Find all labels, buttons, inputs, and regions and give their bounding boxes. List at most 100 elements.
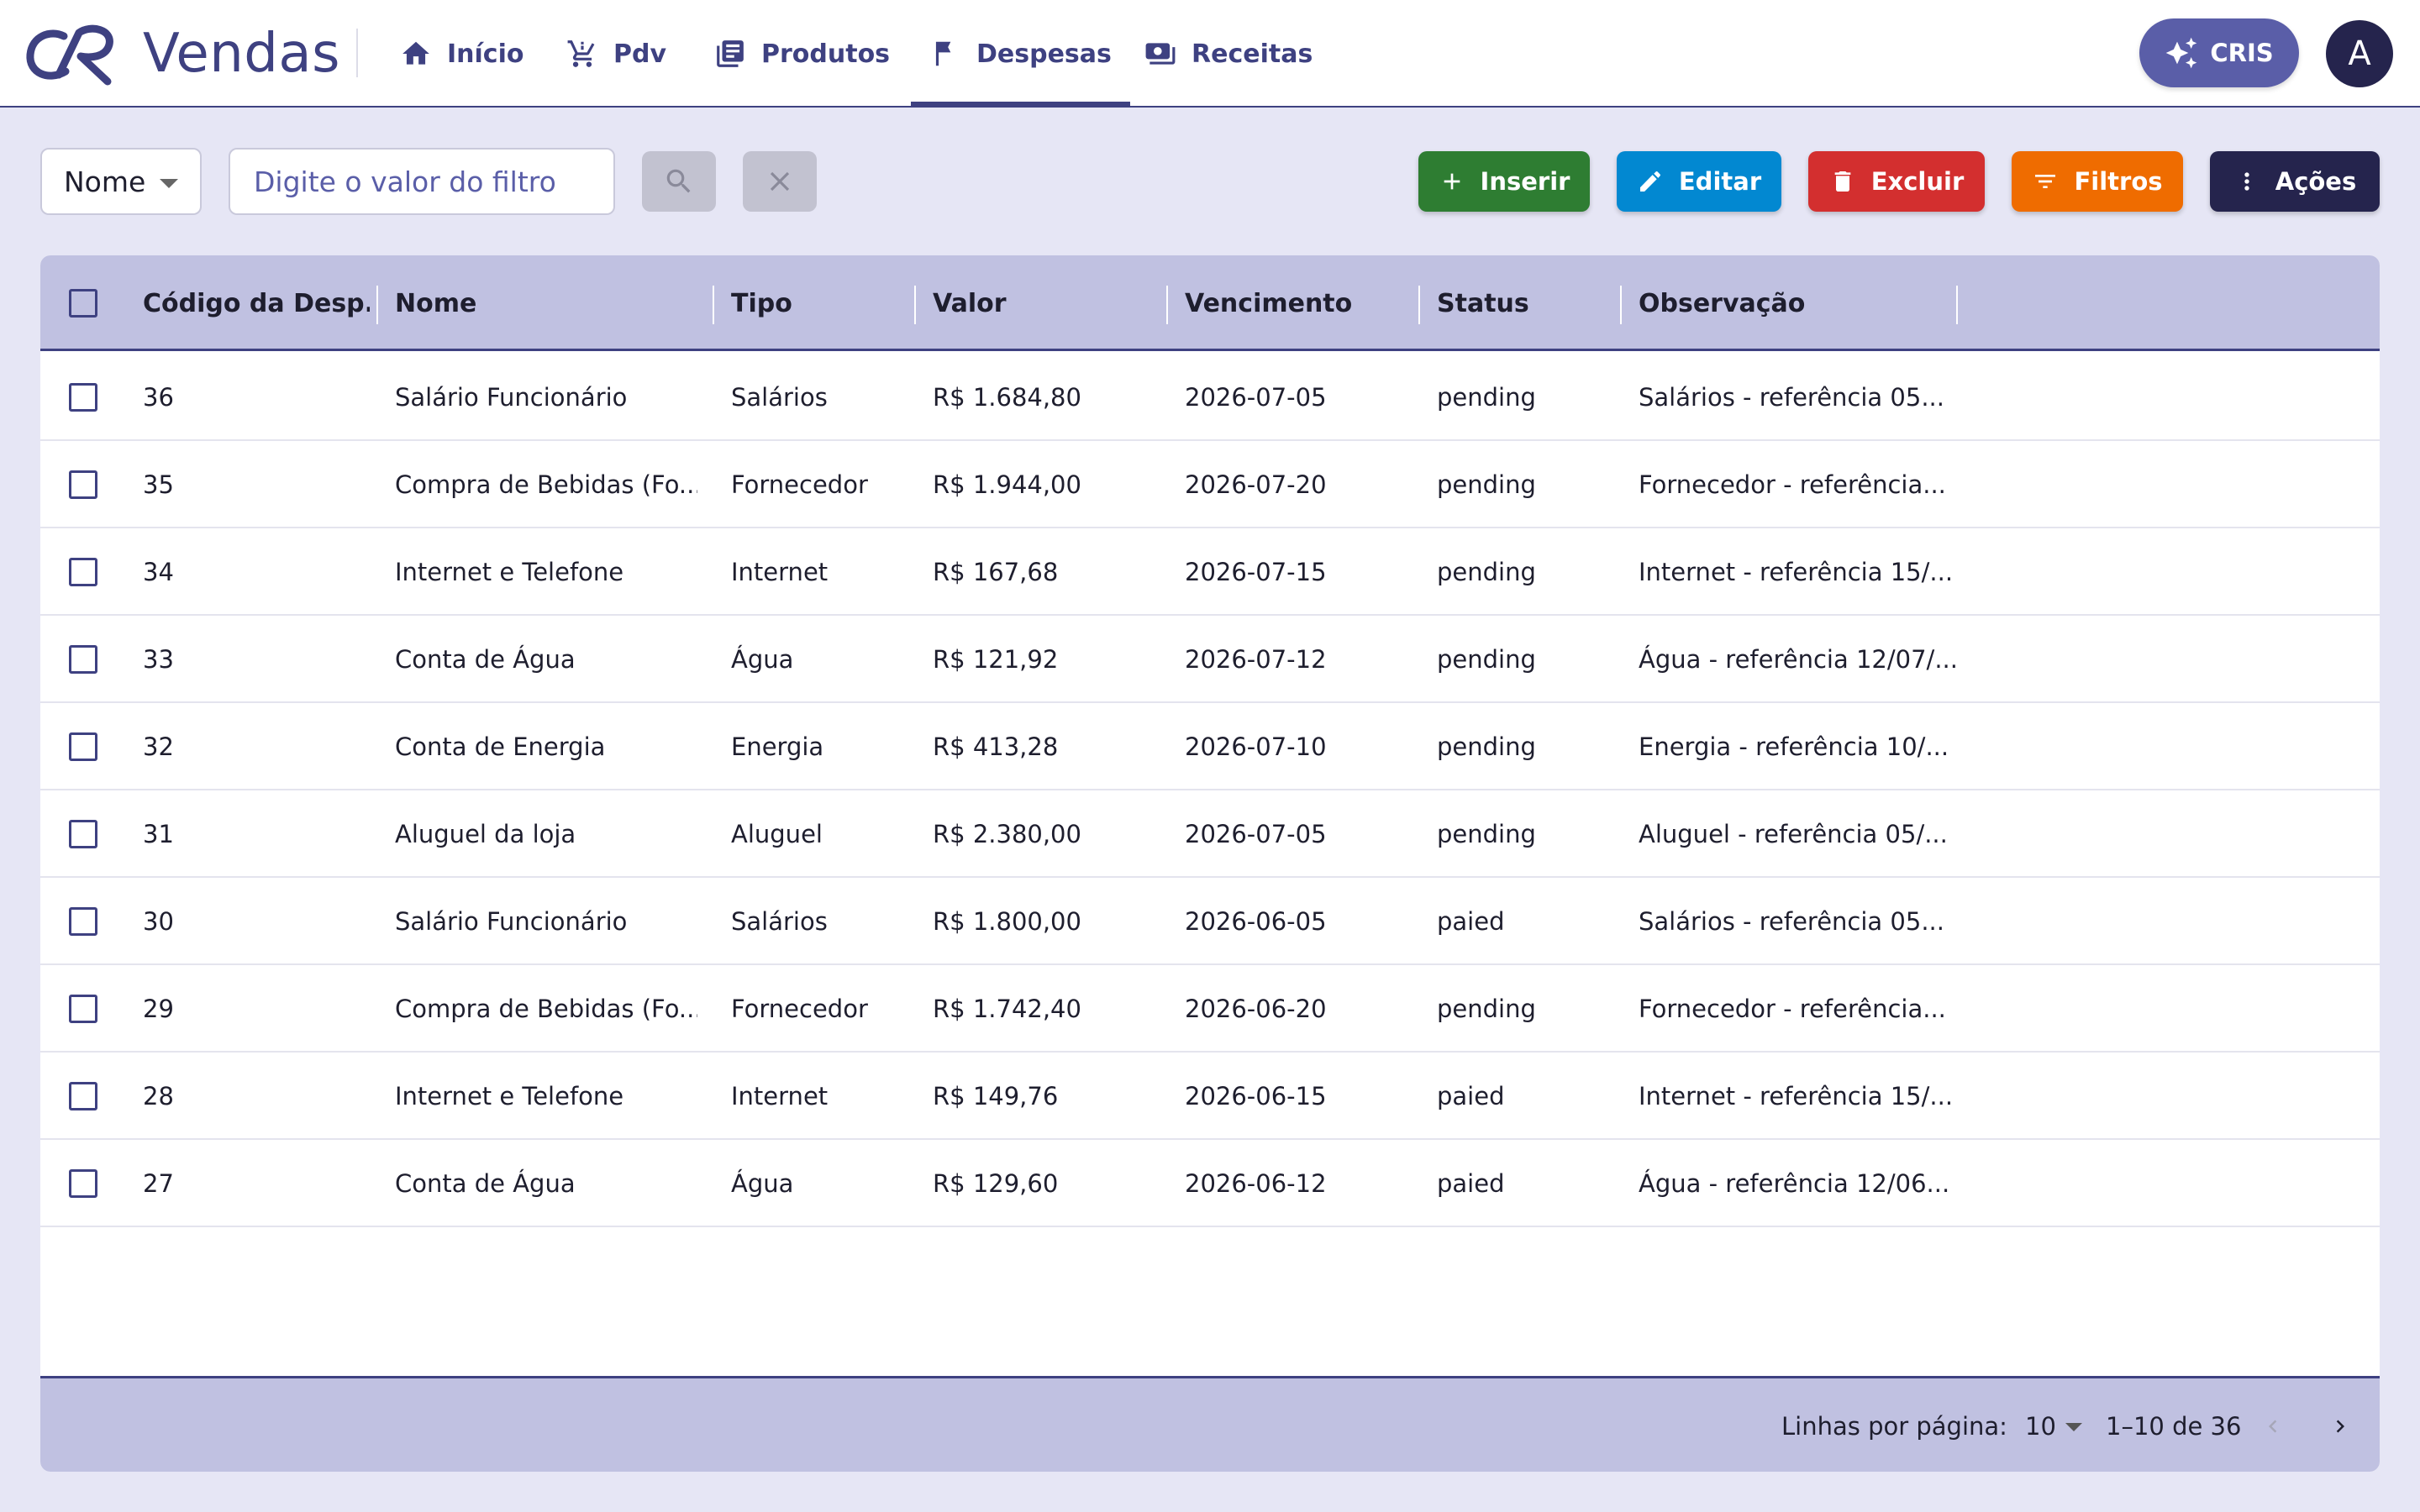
row-checkbox[interactable]	[69, 820, 97, 848]
filters-label: Filtros	[2074, 167, 2163, 196]
nav-divider	[356, 29, 358, 77]
insert-button[interactable]: Inserir	[1418, 151, 1590, 212]
cell-codigo: 33	[143, 645, 174, 674]
filters-button[interactable]: Filtros	[2012, 151, 2183, 212]
rows-per-page-select[interactable]: 10	[2025, 1378, 2056, 1472]
actions-button[interactable]: Ações	[2210, 151, 2380, 212]
cell-vencimento: 2026-07-12	[1185, 645, 1327, 674]
row-checkbox[interactable]	[69, 645, 97, 674]
select-all-checkbox[interactable]	[69, 289, 97, 318]
cell-codigo: 27	[143, 1169, 174, 1198]
cell-tipo: Água	[731, 645, 794, 674]
app-logo[interactable]: Vendas	[25, 15, 340, 92]
caret-down-icon[interactable]	[2065, 1423, 2082, 1431]
column-separator[interactable]	[1418, 286, 1420, 324]
cell-status: pending	[1437, 558, 1536, 586]
cris-assistant-button[interactable]: CRIS	[2139, 18, 2299, 87]
nav-pdv[interactable]: Pdv	[566, 0, 666, 108]
table-row[interactable]: 31 Aluguel da loja Aluguel R$ 2.380,00 2026-…	[40, 790, 2380, 878]
cell-tipo: Internet	[731, 1082, 829, 1110]
previous-page-button[interactable]	[2250, 1404, 2296, 1449]
filter-field-select[interactable]: Nome	[40, 148, 202, 215]
edit-label: Editar	[1678, 167, 1762, 196]
cell-nome: Aluguel da loja	[395, 820, 576, 848]
chevron-right-icon	[2336, 1420, 2344, 1433]
cash-icon	[1145, 43, 1176, 65]
column-header-observacao[interactable]: Observação	[1639, 255, 1958, 351]
row-checkbox[interactable]	[69, 732, 97, 761]
row-checkbox[interactable]	[69, 1082, 97, 1110]
row-checkbox[interactable]	[69, 383, 97, 412]
column-header-nome[interactable]: Nome	[395, 255, 697, 351]
table-row[interactable]: 27 Conta de Água Água R$ 129,60 2026-06-12 pa…	[40, 1140, 2380, 1227]
cell-nome: Compra de Bebidas (Fo...	[395, 470, 697, 499]
column-header-vencimento[interactable]: Vencimento	[1185, 255, 1412, 351]
row-checkbox[interactable]	[69, 1169, 97, 1198]
table-row[interactable]: 35 Compra de Bebidas (Fo... Fornecedor R$ 1…	[40, 441, 2380, 528]
table-row[interactable]: 34 Internet e Telefone Internet R$ 167,68 20…	[40, 528, 2380, 616]
column-header-codigo[interactable]: Código da Desp...	[143, 255, 370, 351]
edit-button[interactable]: Editar	[1617, 151, 1781, 212]
nav-inicio[interactable]: Início	[400, 0, 523, 108]
cell-vencimento: 2026-07-10	[1185, 732, 1327, 761]
cell-valor: R$ 129,60	[933, 1169, 1059, 1198]
column-separator[interactable]	[376, 286, 378, 324]
column-separator[interactable]	[1166, 286, 1168, 324]
table-row[interactable]: 36 Salário Funcionário Salários R$ 1.684,80…	[40, 354, 2380, 441]
nav-label: Pdv	[613, 39, 667, 69]
column-header-tipo[interactable]: Tipo	[731, 255, 916, 351]
row-checkbox[interactable]	[69, 558, 97, 586]
column-header-valor[interactable]: Valor	[933, 255, 1160, 351]
cell-vencimento: 2026-06-15	[1185, 1082, 1327, 1110]
cell-observacao: Fornecedor - referência...	[1639, 995, 1946, 1023]
cell-vencimento: 2026-07-20	[1185, 470, 1327, 499]
nav-label: Início	[447, 39, 524, 69]
table-row[interactable]: 29 Compra de Bebidas (Fo... Fornecedor R$ 1…	[40, 965, 2380, 1053]
cell-nome: Compra de Bebidas (Fo...	[395, 995, 697, 1023]
cell-observacao: Salários - referência 05...	[1639, 383, 1944, 412]
cell-codigo: 29	[143, 995, 174, 1023]
column-separator[interactable]	[713, 286, 714, 324]
cell-valor: R$ 1.800,00	[933, 907, 1081, 936]
nav-label: Receitas	[1192, 39, 1313, 69]
cell-nome: Internet e Telefone	[395, 1082, 624, 1110]
delete-button[interactable]: Excluir	[1808, 151, 1985, 212]
nav-despesas[interactable]: Despesas	[911, 0, 1130, 108]
table-row[interactable]: 32 Conta de Energia Energia R$ 413,28 2026-0…	[40, 703, 2380, 790]
brand-name: Vendas	[143, 23, 340, 85]
clear-filter-button[interactable]	[743, 151, 817, 212]
logo-mark-icon	[26, 24, 113, 86]
cell-valor: R$ 1.684,80	[933, 383, 1081, 412]
column-separator[interactable]	[1956, 286, 1958, 324]
cell-tipo: Água	[731, 1169, 794, 1198]
cell-status: pending	[1437, 820, 1536, 848]
nav-receitas[interactable]: Receitas	[1144, 0, 1313, 108]
table-row[interactable]: 28 Internet e Telefone Internet R$ 149,76 20…	[40, 1053, 2380, 1140]
row-checkbox[interactable]	[69, 995, 97, 1023]
nav-label: Produtos	[761, 39, 891, 69]
column-separator[interactable]	[914, 286, 916, 324]
row-checkbox[interactable]	[69, 470, 97, 499]
rows-per-page-label: Linhas por página:	[1781, 1412, 2007, 1441]
next-page-button[interactable]	[2317, 1404, 2363, 1449]
table-row[interactable]: 30 Salário Funcionário Salários R$ 1.800,00…	[40, 878, 2380, 965]
user-avatar[interactable]: A	[2326, 20, 2393, 87]
column-separator[interactable]	[1620, 286, 1622, 324]
close-icon	[770, 171, 790, 192]
cell-codigo: 32	[143, 732, 174, 761]
search-button[interactable]	[642, 151, 716, 212]
table-header: Código da Desp... Nome Tipo Valor Vencim…	[40, 255, 2380, 351]
cell-status: paied	[1437, 907, 1505, 936]
column-header-status[interactable]: Status	[1437, 255, 1622, 351]
table-row[interactable]: 33 Conta de Água Água R$ 121,92 2026-07-12 pe…	[40, 616, 2380, 703]
row-checkbox[interactable]	[69, 907, 97, 936]
cell-valor: R$ 1.742,40	[933, 995, 1081, 1023]
cell-valor: R$ 121,92	[933, 645, 1059, 674]
nav-produtos[interactable]: Produtos	[714, 0, 890, 108]
cell-codigo: 36	[143, 383, 174, 412]
filter-value-input[interactable]	[229, 148, 615, 215]
expenses-table: Código da Desp... Nome Tipo Valor Vencim…	[40, 255, 2380, 1472]
cell-tipo: Energia	[731, 732, 824, 761]
trash-icon	[1834, 171, 1851, 192]
pagination-range: 1–10 de 36	[2106, 1412, 2242, 1441]
